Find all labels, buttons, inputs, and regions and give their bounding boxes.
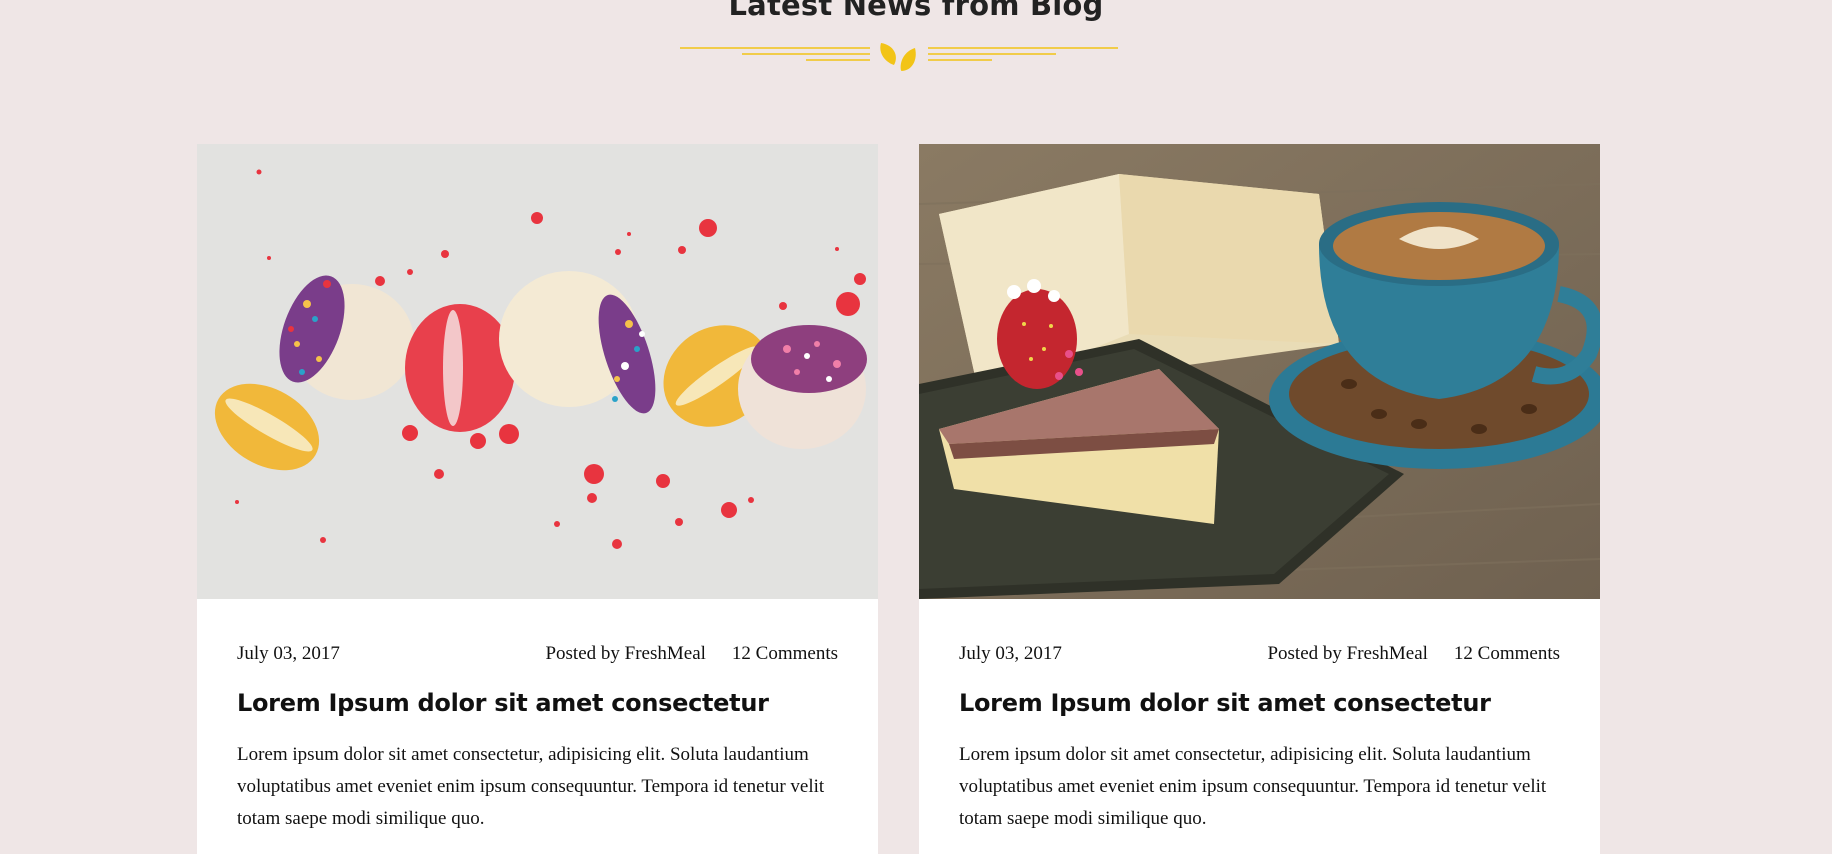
macarons-photo[interactable] bbox=[197, 144, 878, 599]
blog-card[interactable]: July 03, 2017 Posted by FreshMeal 12 Com… bbox=[197, 144, 878, 854]
post-meta: July 03, 2017 Posted by FreshMeal 12 Com… bbox=[959, 641, 1560, 667]
post-comments[interactable]: 12 Comments bbox=[1454, 643, 1560, 665]
blog-card[interactable]: July 03, 2017 Posted by FreshMeal 12 Com… bbox=[919, 144, 1600, 854]
post-date: July 03, 2017 bbox=[959, 643, 1062, 664]
section-title: Latest News from Blog bbox=[728, 0, 1104, 22]
leaves-icon bbox=[880, 43, 916, 72]
post-excerpt: Lorem ipsum dolor sit amet consectetur, … bbox=[959, 744, 1547, 829]
post-title[interactable]: Lorem Ipsum dolor sit amet consectetur bbox=[959, 689, 1560, 717]
post-comments[interactable]: 12 Comments bbox=[732, 643, 838, 665]
title-divider bbox=[680, 43, 1118, 72]
post-title[interactable]: Lorem Ipsum dolor sit amet consectetur bbox=[237, 689, 838, 717]
post-excerpt: Lorem ipsum dolor sit amet consectetur, … bbox=[237, 744, 825, 829]
post-meta: July 03, 2017 Posted by FreshMeal 12 Com… bbox=[237, 641, 838, 667]
cake-coffee-photo[interactable] bbox=[919, 144, 1600, 599]
post-date: July 03, 2017 bbox=[237, 643, 340, 664]
post-author[interactable]: Posted by FreshMeal bbox=[1267, 643, 1427, 665]
post-author[interactable]: Posted by FreshMeal bbox=[545, 643, 705, 665]
